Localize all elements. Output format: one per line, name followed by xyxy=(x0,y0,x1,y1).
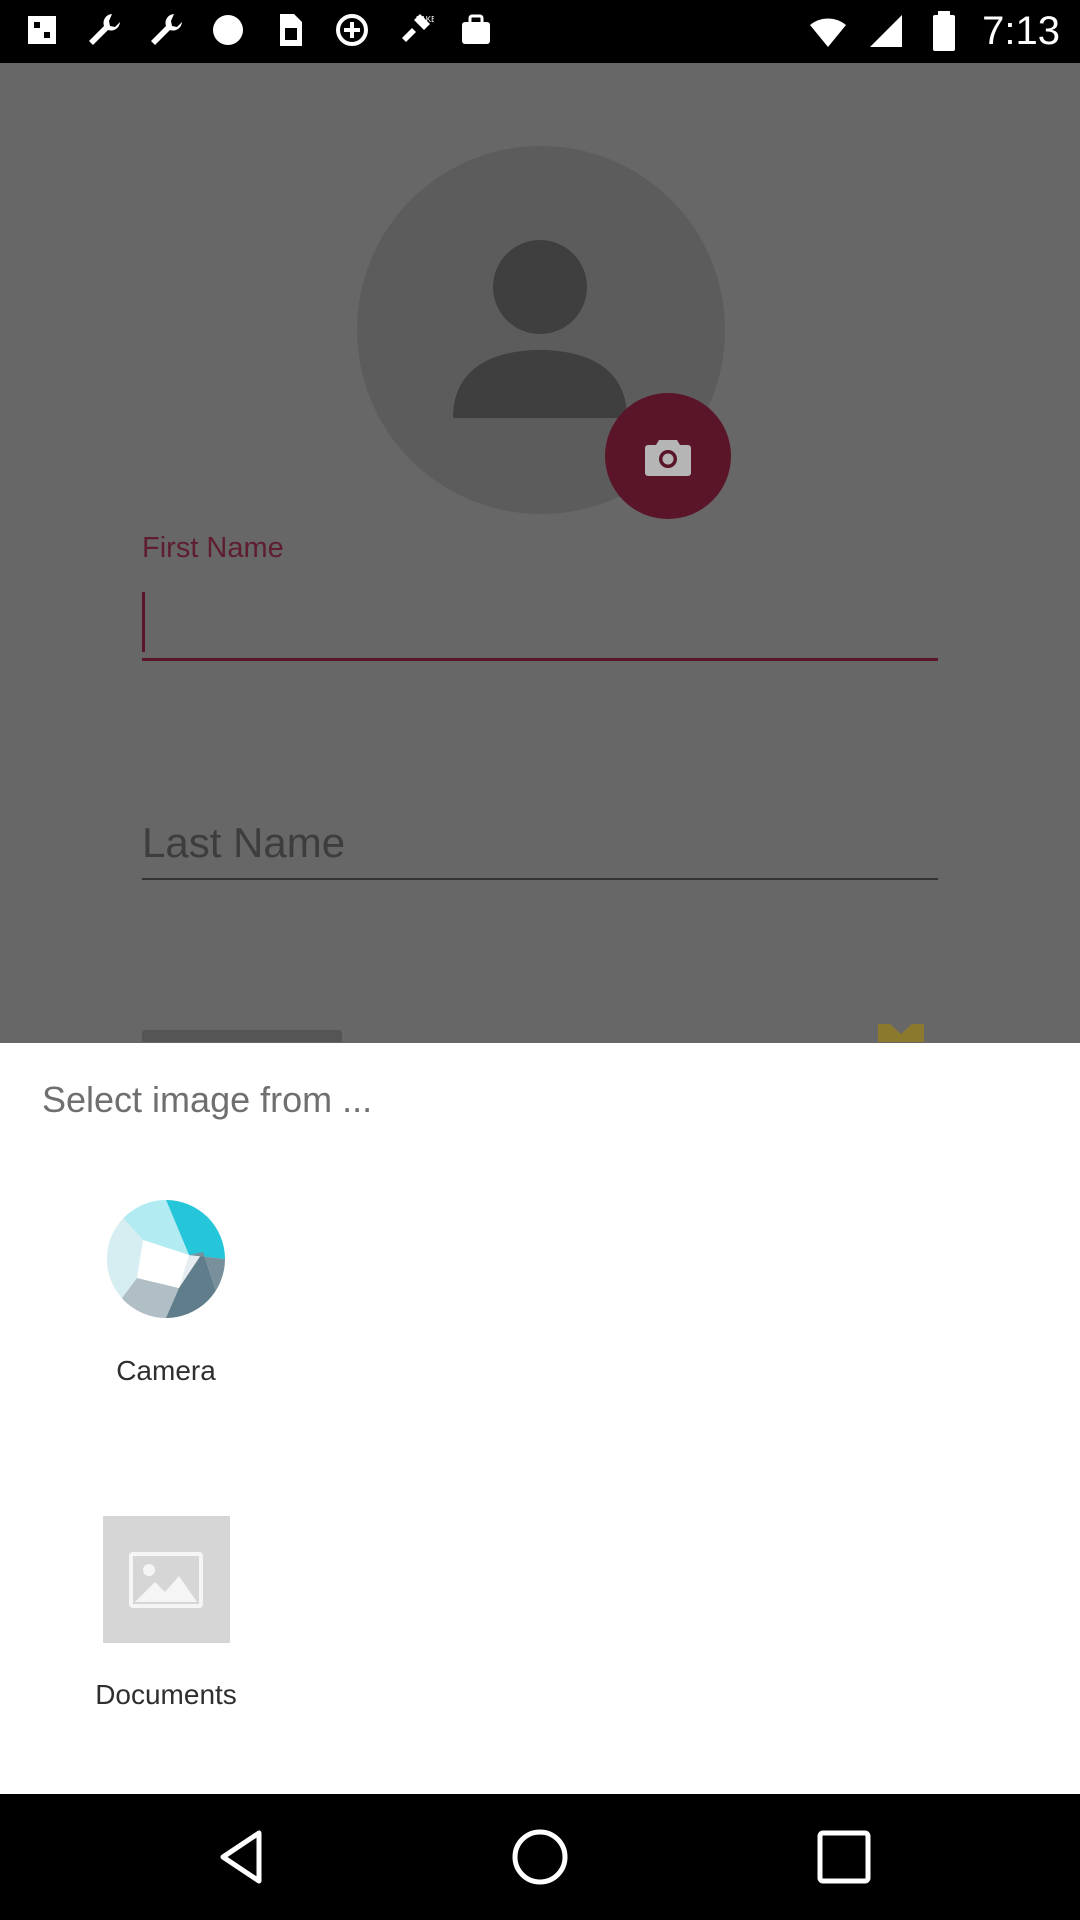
first-name-input[interactable] xyxy=(142,585,938,661)
fake-gps-icon: FAKE xyxy=(402,14,434,42)
camera-option-label: Camera xyxy=(116,1355,216,1386)
sheet-title: Select image from ... xyxy=(42,1079,373,1120)
notification-icon xyxy=(28,16,56,44)
last-name-input[interactable] xyxy=(142,808,938,880)
circle-icon xyxy=(213,15,243,45)
status-bar: FAKE 7:13 xyxy=(0,0,1080,63)
data-saver-icon xyxy=(336,14,368,46)
change-photo-button[interactable] xyxy=(605,393,731,519)
documents-option[interactable]: Documents xyxy=(46,1516,286,1711)
camera-icon xyxy=(645,440,691,476)
partial-field xyxy=(142,1030,342,1042)
image-source-sheet: Select image from ... Camera Documents xyxy=(0,1043,1080,1794)
bag-icon xyxy=(462,14,490,44)
first-name-label: First Name xyxy=(142,532,284,564)
recents-icon[interactable] xyxy=(812,1825,876,1889)
status-time: 7:13 xyxy=(982,9,1060,53)
status-notifications: FAKE xyxy=(22,10,496,50)
signal-icon xyxy=(870,15,903,47)
wifi-icon xyxy=(810,18,847,47)
documents-option-label: Documents xyxy=(95,1679,237,1710)
home-icon[interactable] xyxy=(508,1825,572,1889)
back-icon[interactable] xyxy=(211,1825,275,1889)
camera-option[interactable]: Camera xyxy=(46,1200,286,1387)
wrench-icon xyxy=(151,14,182,45)
wrench-icon xyxy=(89,14,120,45)
text-cursor xyxy=(142,592,145,652)
partial-dropdown-icon xyxy=(878,1024,924,1042)
battery-icon xyxy=(933,11,956,51)
image-placeholder-icon xyxy=(102,1516,230,1643)
status-system: 7:13 xyxy=(808,8,1060,54)
sim-icon xyxy=(280,14,302,46)
camera-aperture-icon xyxy=(107,1200,225,1318)
person-icon xyxy=(453,240,627,418)
svg-text:FAKE: FAKE xyxy=(416,15,434,24)
navigation-bar xyxy=(0,1794,1080,1920)
